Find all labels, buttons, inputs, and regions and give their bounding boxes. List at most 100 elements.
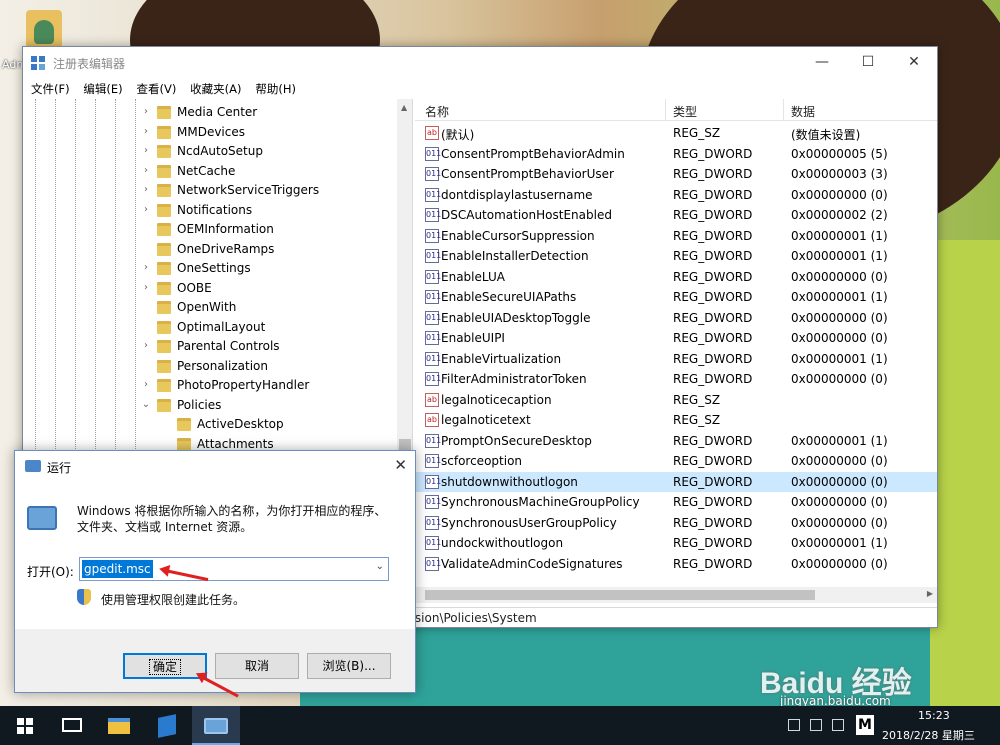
value-row[interactable]: 011 EnableInstallerDetection REG_DWORD 0x00… xyxy=(415,246,937,267)
values-scroll-thumb[interactable] xyxy=(425,590,815,600)
value-row[interactable]: 011 FilterAdministratorToken REG_DWORD 0x00… xyxy=(415,369,937,390)
task-view-button[interactable] xyxy=(48,706,96,745)
value-row[interactable]: 011 scforceoption REG_DWORD 0x00000000 (0) xyxy=(415,451,937,472)
tree-item-label: OOBE xyxy=(177,280,212,295)
tree-item[interactable]: › NetCache xyxy=(23,162,412,182)
tree-item[interactable]: › OOBE xyxy=(23,279,412,299)
chevron-down-icon[interactable]: ⌄ xyxy=(376,561,384,572)
value-row[interactable]: 011 SynchronousMachineGroupPolicy REG_DWOR… xyxy=(415,492,937,513)
value-type: REG_DWORD xyxy=(673,310,753,325)
value-row[interactable]: ab legalnoticecaption REG_SZ xyxy=(415,390,937,411)
column-header-data[interactable]: 数据 xyxy=(791,103,815,120)
tree-item[interactable]: › NcdAutoSetup xyxy=(23,142,412,162)
value-row[interactable]: 011 ConsentPromptBehaviorUser REG_DWORD 0x0… xyxy=(415,164,937,185)
chevron-right-icon[interactable]: › xyxy=(141,262,151,273)
taskbar-regedit[interactable] xyxy=(144,706,192,745)
value-row[interactable]: 011 EnableUIADesktopToggle REG_DWORD 0x0000… xyxy=(415,308,937,329)
run-dialog[interactable]: 运行 ✕ Windows 将根据你所输入的名称，为你打开相应的程序、文件夹、文档… xyxy=(14,450,416,698)
dword-value-icon: 011 xyxy=(425,269,441,284)
column-header-type[interactable]: 类型 xyxy=(673,103,697,120)
value-row[interactable]: 011 shutdownwithoutlogon REG_DWORD 0x000000… xyxy=(415,471,937,492)
column-header-name[interactable]: 名称 xyxy=(425,103,449,120)
dword-value-icon: 011 xyxy=(425,228,441,243)
tree-item[interactable]: OpenWith xyxy=(23,298,412,318)
browse-button[interactable]: 浏览(B)... xyxy=(307,653,391,679)
close-button[interactable]: ✕ xyxy=(891,47,937,77)
chevron-right-icon[interactable]: › xyxy=(141,145,151,156)
value-row[interactable]: 011 EnableLUA REG_DWORD 0x00000000 (0) xyxy=(415,267,937,288)
tree-item[interactable]: › Parental Controls xyxy=(23,337,412,357)
chevron-right-icon[interactable]: › xyxy=(141,184,151,195)
chevron-right-icon[interactable]: › xyxy=(141,340,151,351)
maximize-button[interactable]: ☐ xyxy=(845,47,891,77)
value-row[interactable]: ab legalnoticetext REG_SZ xyxy=(415,410,937,431)
usb-icon[interactable] xyxy=(788,719,800,731)
tree-item[interactable]: › NetworkServiceTriggers xyxy=(23,181,412,201)
tree-item[interactable]: Personalization xyxy=(23,357,412,377)
value-row[interactable]: ab (默认) REG_SZ (数值未设置) xyxy=(415,123,937,144)
volume-icon[interactable] xyxy=(832,719,844,731)
start-button[interactable] xyxy=(0,706,48,745)
desktop-user-folder-icon[interactable]: Adm xyxy=(2,10,70,71)
column-separator[interactable] xyxy=(783,99,784,121)
registry-editor-titlebar[interactable]: 注册表编辑器 — ☐ ✕ xyxy=(23,47,937,79)
chevron-right-icon[interactable]: › xyxy=(141,204,151,215)
open-combobox[interactable]: gpedit.msc ⌄ xyxy=(79,557,389,581)
tree-item[interactable]: OEMInformation xyxy=(23,220,412,240)
tree-item[interactable]: › Media Center xyxy=(23,103,412,123)
tree-item[interactable]: OptimalLayout xyxy=(23,318,412,338)
value-row[interactable]: 011 EnableCursorSuppression REG_DWORD 0x000… xyxy=(415,226,937,247)
taskbar-run[interactable] xyxy=(192,706,240,745)
clock-date[interactable]: 2018/2/28 星期三 xyxy=(882,727,975,743)
value-row[interactable]: 011 EnableUIPI REG_DWORD 0x00000000 (0) xyxy=(415,328,937,349)
menu-favorites[interactable]: 收藏夹(A) xyxy=(186,79,245,99)
value-row[interactable]: 011 undockwithoutlogon REG_DWORD 0x00000001… xyxy=(415,533,937,554)
menu-file[interactable]: 文件(F) xyxy=(27,79,74,99)
tree-item[interactable]: › MMDevices xyxy=(23,123,412,143)
chevron-right-icon[interactable]: › xyxy=(141,282,151,293)
value-name: ValidateAdminCodeSignatures xyxy=(441,556,623,571)
scroll-up-icon[interactable]: ▲ xyxy=(401,103,407,112)
column-separator[interactable] xyxy=(665,99,666,121)
chevron-down-icon[interactable]: ⌄ xyxy=(141,399,151,410)
chevron-right-icon[interactable]: › xyxy=(141,106,151,117)
folder-icon xyxy=(157,164,171,178)
cancel-button[interactable]: 取消 xyxy=(215,653,299,679)
tree-item[interactable]: › OneSettings xyxy=(23,259,412,279)
tree-item[interactable]: OneDriveRamps xyxy=(23,240,412,260)
chevron-right-icon[interactable]: › xyxy=(141,379,151,390)
menu-view[interactable]: 查看(V) xyxy=(133,79,181,99)
ime-indicator[interactable]: M xyxy=(856,715,874,735)
value-row[interactable]: 011 DSCAutomationHostEnabled REG_DWORD 0x00… xyxy=(415,205,937,226)
value-row[interactable]: 011 dontdisplaylastusername REG_DWORD 0x000… xyxy=(415,185,937,206)
value-row[interactable]: 011 ValidateAdminCodeSignatures REG_DWORD 0… xyxy=(415,554,937,575)
chevron-right-icon[interactable]: › xyxy=(141,165,151,176)
minimize-button[interactable]: — xyxy=(799,47,845,77)
value-row[interactable]: 011 EnableSecureUIAPaths REG_DWORD 0x000000… xyxy=(415,287,937,308)
chevron-right-icon[interactable]: › xyxy=(141,126,151,137)
tree-item[interactable]: › Notifications xyxy=(23,201,412,221)
open-input[interactable]: gpedit.msc xyxy=(82,560,153,578)
value-type: REG_DWORD xyxy=(673,372,753,386)
tree-vertical-scrollbar[interactable]: ▲ xyxy=(397,99,412,499)
value-name: SynchronousMachineGroupPolicy xyxy=(441,495,640,509)
network-icon[interactable] xyxy=(810,719,822,731)
run-close-button[interactable]: ✕ xyxy=(394,456,407,474)
menu-help[interactable]: 帮助(H) xyxy=(251,79,300,99)
menu-edit[interactable]: 编辑(E) xyxy=(79,79,126,99)
tree-item[interactable]: ⌄ Policies xyxy=(23,396,412,416)
value-row[interactable]: 011 ConsentPromptBehaviorAdmin REG_DWORD 0x… xyxy=(415,144,937,165)
value-row[interactable]: 011 PromptOnSecureDesktop REG_DWORD 0x00000… xyxy=(415,431,937,452)
clock-time[interactable]: 15:23 xyxy=(918,709,950,722)
taskbar-file-explorer[interactable] xyxy=(96,706,144,745)
tree-item[interactable]: › PhotoPropertyHandler xyxy=(23,376,412,396)
scroll-right-icon[interactable]: ▶ xyxy=(927,589,933,598)
values-horizontal-scrollbar[interactable]: ▶ xyxy=(415,587,937,603)
run-dialog-titlebar[interactable]: 运行 ✕ xyxy=(15,451,415,481)
value-row[interactable]: 011 EnableVirtualization REG_DWORD 0x000000… xyxy=(415,349,937,370)
tree-item-label: Notifications xyxy=(177,202,253,217)
folder-icon xyxy=(157,320,171,334)
tree-item[interactable]: ActiveDesktop xyxy=(23,415,412,435)
value-row[interactable]: 011 SynchronousUserGroupPolicy REG_DWORD 0x… xyxy=(415,513,937,534)
values-list-pane[interactable]: 名称 类型 数据 ab (默认) REG_SZ (数值未设置) 011 ConsentPr… xyxy=(415,99,937,599)
